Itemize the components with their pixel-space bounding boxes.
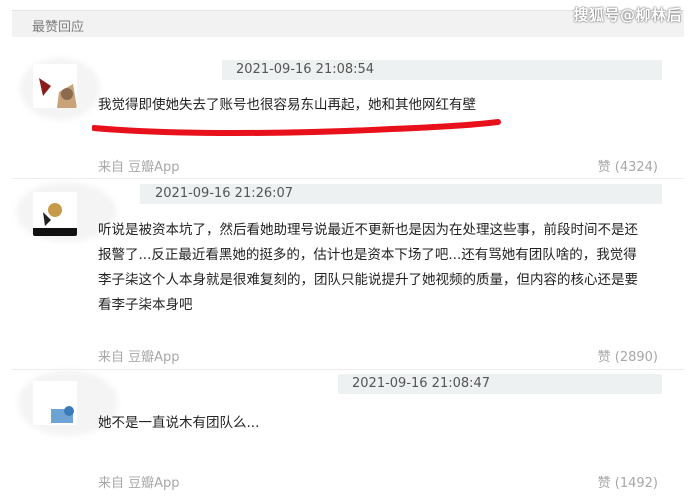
- like-count-button[interactable]: 赞 (2890): [598, 346, 658, 365]
- comment-line: 李子柒这个人本身就是很难复刻的，团队只能说提升了她视频的质量，但内容的核心还是要: [98, 272, 638, 288]
- highlight-underline: [92, 119, 501, 136]
- avatar-image-icon: [33, 192, 77, 236]
- avatar[interactable]: [33, 64, 77, 108]
- comment-line: 看李子柒本身吧: [98, 297, 193, 313]
- section-title: 最赞回应: [32, 20, 85, 35]
- comment-timestamp: 2021-09-16 21:08:47: [352, 376, 491, 391]
- avatar[interactable]: [33, 192, 77, 236]
- comment-timestamp: 2021-09-16 21:26:07: [155, 186, 294, 201]
- like-count-button[interactable]: 赞 (1492): [598, 472, 658, 491]
- divider: [12, 369, 684, 370]
- divider: [12, 178, 684, 179]
- comment-source: 来自 豆瓣App: [98, 350, 180, 365]
- comment-text: 她不是一直说木有团队么...: [98, 415, 260, 431]
- comment-line: 报警了...反正最近看黑她的挺多的，估计也是资本下场了吧...还有骂她有团队啥的…: [98, 247, 637, 263]
- comment-timestamp: 2021-09-16 21:08:54: [236, 62, 375, 77]
- comment-source: 来自 豆瓣App: [98, 476, 180, 491]
- avatar-image-icon: [33, 64, 77, 108]
- like-count-button[interactable]: 赞 (4324): [598, 156, 658, 175]
- watermark: 搜狐号@柳林后: [573, 6, 682, 24]
- avatar-image-icon: [33, 381, 77, 425]
- avatar[interactable]: [33, 381, 77, 425]
- comment-source: 来自 豆瓣App: [98, 160, 180, 175]
- comment-text: 我觉得即使她失去了账号也很容易东山再起，她和其他网红有壁: [98, 97, 476, 113]
- comment-line: 听说是被资本坑了，然后看她助理号说最近不更新也是因为在处理这些事，前段时间不是还: [98, 222, 638, 238]
- comment-text: 听说是被资本坑了，然后看她助理号说最近不更新也是因为在处理这些事，前段时间不是还…: [98, 218, 668, 318]
